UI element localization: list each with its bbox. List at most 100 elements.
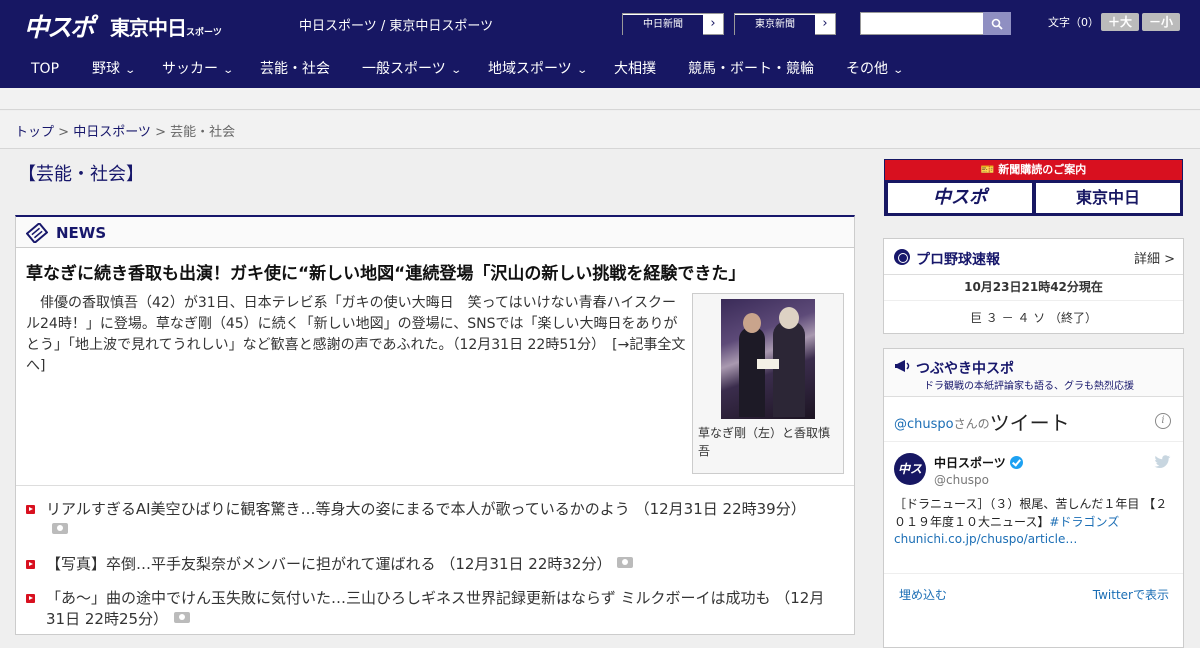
- photo-certificate: [757, 359, 779, 369]
- tweet-hashtag[interactable]: #ドラゴンズ: [1049, 515, 1119, 529]
- breadcrumb-chunichi[interactable]: 中日スポーツ: [73, 125, 151, 140]
- nav-soccer[interactable]: サッカー ⌄: [162, 48, 234, 88]
- tokyo-logo-text: 東京中日: [110, 16, 187, 40]
- nav-top[interactable]: TOP: [31, 48, 59, 88]
- timeline-title: @chuspoさんのツイート: [894, 407, 1070, 436]
- newspaper-icon: [26, 223, 48, 243]
- subscribe-label: 新聞購読のご案内: [998, 163, 1087, 176]
- subscribe-header: 🎫 新聞購読のご案内: [885, 160, 1182, 180]
- nav-label: サッカー: [162, 61, 218, 77]
- tweet-link[interactable]: chunichi.co.jp/chuspo/article…: [894, 532, 1077, 546]
- list-item[interactable]: リアルすぎるAI美空ひばりに観客驚き…等身大の姿にまるで本人が歌っているかのよう…: [26, 499, 826, 541]
- nav-label: 地域スポーツ: [488, 61, 572, 77]
- news-item-title: リアルすぎるAI美空ひばりに観客驚き…等身大の姿にまるで本人が歌っているかのよう: [46, 500, 630, 518]
- news-divider: [16, 485, 854, 486]
- photo-head-right: [779, 307, 799, 329]
- photo-person-left: [739, 327, 765, 417]
- nav-racing[interactable]: 競馬・ボート・競輪: [688, 48, 814, 88]
- list-item[interactable]: 「あ～」曲の途中でけん玉失敗に気付いた…三山ひろしギネス世界記録更新はならず ミ…: [26, 588, 826, 630]
- chevron-down-icon: ⌄: [124, 65, 137, 76]
- breadcrumb-area: トップ > 中日スポーツ > 芸能・社会: [0, 111, 1200, 149]
- tokyo-chunichi-logo[interactable]: 東京中日スポーツ: [110, 12, 222, 41]
- chuspo-logo[interactable]: 中スポ: [24, 8, 95, 44]
- site-links[interactable]: 中日スポーツ / 東京中日スポーツ: [299, 15, 493, 34]
- timeline-divider: [884, 441, 1183, 442]
- timeline-san: さんの: [953, 417, 990, 431]
- search-input[interactable]: [860, 12, 984, 35]
- photo-card[interactable]: 草なぎ剛（左）と香取慎吾: [692, 293, 844, 474]
- nav-label: TOP: [31, 61, 60, 77]
- embed-link[interactable]: 埋め込む: [899, 586, 947, 603]
- tweet-author-name[interactable]: 中日スポーツ: [934, 454, 1023, 471]
- nav-baseball[interactable]: 野球 ⌄: [92, 48, 136, 88]
- score-updated: 10月23日21時42分現在: [964, 280, 1103, 294]
- news-item-time: （12月31日 22時39分）: [634, 500, 806, 518]
- tweets-box: つぶやき中スポ ドラ観戦の本紙評論家も語る、グラも熱烈応援 @chuspoさんの…: [883, 348, 1184, 648]
- news-item-time: （12月31日 22時32分）: [440, 555, 612, 573]
- camera-icon: [52, 523, 68, 534]
- twitter-bird-icon[interactable]: [1154, 455, 1171, 469]
- bullet-icon: [26, 505, 35, 514]
- nav-sumo[interactable]: 大相撲: [614, 48, 656, 88]
- font-smaller-button[interactable]: －小: [1142, 13, 1180, 31]
- view-on-twitter-link[interactable]: Twitterで表示: [1093, 586, 1169, 603]
- bullet-icon: [26, 560, 35, 569]
- nav-entertainment[interactable]: 芸能・社会: [260, 48, 330, 88]
- list-item[interactable]: 【写真】卒倒…平手友梨奈がメンバーに担がれて運ばれる （12月31日 22時32…: [26, 554, 826, 575]
- score-divider: [884, 300, 1183, 301]
- nav-local-sports[interactable]: 地域スポーツ ⌄: [488, 48, 588, 88]
- nav-other[interactable]: その他 ⌄: [846, 48, 904, 88]
- top-lead: 俳優の香取慎吾（42）が31日、日本テレビ系「ガキの使い大晦日 笑ってはいけない…: [26, 293, 688, 377]
- score-game[interactable]: 巨 ３ － ４ ソ （終了）: [884, 309, 1183, 326]
- top-bar: 中スポ 東京中日スポーツ 中日スポーツ / 東京中日スポーツ 中日新聞 › 東京新…: [0, 0, 1200, 48]
- news-item-title: 「あ～」曲の途中でけん玉失敗に気付いた…三山ひろしギネス世界記録更新はならず ミ…: [46, 589, 771, 607]
- baseball-score-box: プロ野球速報 詳細 > 10月23日21時42分現在 巨 ３ － ４ ソ （終了…: [883, 238, 1184, 334]
- main-nav: TOP 野球 ⌄ サッカー ⌄ 芸能・社会 一般スポーツ ⌄ 地域スポーツ ⌄ 大相撲 …: [0, 48, 1200, 88]
- breadcrumb-separator: >: [150, 125, 171, 140]
- breadcrumb: トップ > 中日スポーツ > 芸能・社会: [15, 121, 235, 140]
- timeline-handle[interactable]: @chuspo: [894, 417, 954, 432]
- chunichi-shimbun-button[interactable]: 中日新聞 ›: [622, 13, 724, 35]
- avatar[interactable]: 中スポ: [894, 453, 926, 508]
- news-box: NEWS 草なぎに続き香取も出演！ガキ使に“新しい地図“連続登場「沢山の新しい挑…: [15, 215, 855, 635]
- tweet-author-handle[interactable]: @chuspo: [934, 473, 989, 487]
- search-icon: [991, 18, 1003, 30]
- breadcrumb-top[interactable]: トップ: [15, 125, 54, 140]
- section-title: 【芸能・社会】: [18, 164, 144, 185]
- photo-caption: 草なぎ剛（左）と香取慎吾: [698, 426, 831, 458]
- font-larger-button[interactable]: ＋大: [1101, 13, 1139, 31]
- ticket-icon: 🎫: [980, 163, 999, 176]
- chevron-down-icon: ⌄: [576, 65, 588, 76]
- lead-text: 俳優の香取慎吾（42）が31日、日本テレビ系「ガキの使い大晦日 笑ってはいけない…: [26, 295, 678, 353]
- sub-bar: [0, 88, 1200, 110]
- breadcrumb-current: 芸能・社会: [170, 125, 236, 140]
- article-photo: [721, 299, 815, 419]
- tweet-divider: [884, 573, 1183, 574]
- score-detail-link[interactable]: 詳細 >: [1134, 248, 1175, 267]
- tokyo-shimbun-button[interactable]: 東京新聞 ›: [734, 13, 836, 35]
- nav-general-sports[interactable]: 一般スポーツ ⌄: [362, 48, 462, 88]
- breadcrumb-separator: >: [54, 125, 74, 140]
- score-title: プロ野球速報: [916, 252, 1000, 268]
- search-button[interactable]: [983, 12, 1011, 35]
- subscribe-banner[interactable]: 🎫 新聞購読のご案内 中スポ 東京中日: [884, 159, 1183, 216]
- baseball-icon: [894, 249, 910, 265]
- font-size-label: 文字（0）: [1048, 16, 1099, 29]
- info-icon[interactable]: i: [1155, 413, 1171, 429]
- tweets-header: つぶやき中スポ ドラ観戦の本紙評論家も語る、グラも熱烈応援: [884, 349, 1183, 397]
- author-name-text: 中日スポーツ: [934, 456, 1006, 470]
- chevron-down-icon: ⌄: [222, 65, 235, 76]
- chevron-right-icon: ›: [710, 16, 716, 31]
- nav-label: 野球: [92, 61, 120, 77]
- score-header: プロ野球速報 詳細 >: [884, 239, 1183, 275]
- chevron-down-icon: ⌄: [892, 65, 905, 76]
- news-item-title: 【写真】卒倒…平手友梨奈がメンバーに担がれて運ばれる: [46, 555, 436, 573]
- nav-label: 一般スポーツ: [362, 61, 446, 77]
- nav-label: その他: [846, 61, 888, 77]
- photo-person-right: [773, 321, 805, 417]
- subscribe-chuspo-logo[interactable]: 中スポ: [888, 183, 1032, 213]
- verified-icon: [1009, 456, 1023, 469]
- chevron-right-icon: ›: [822, 16, 828, 31]
- subscribe-tokyo-logo[interactable]: 東京中日: [1036, 183, 1180, 213]
- top-headline[interactable]: 草なぎに続き香取も出演！ガキ使に“新しい地図“連続登場「沢山の新しい挑戦を経験で…: [26, 259, 745, 284]
